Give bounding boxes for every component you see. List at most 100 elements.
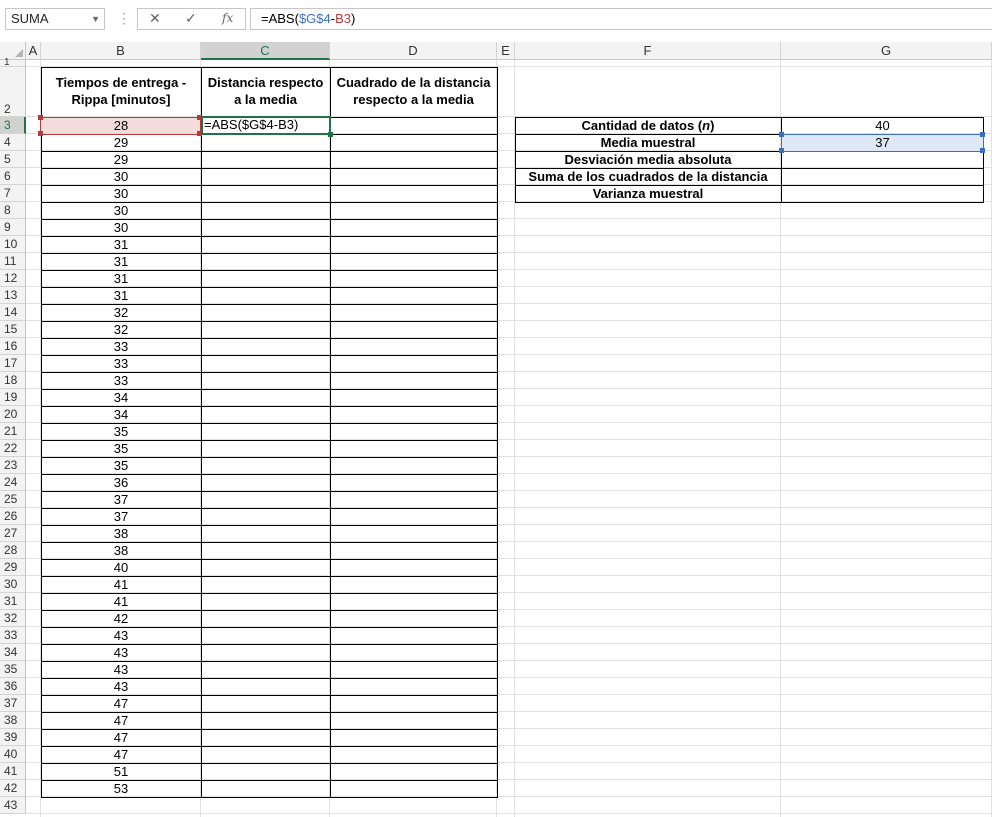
row-header-19[interactable]: 19 bbox=[0, 389, 26, 406]
insert-function-icon[interactable]: fx bbox=[222, 11, 233, 25]
table-cell-b11[interactable]: 31 bbox=[41, 254, 201, 270]
table-cell-b30[interactable]: 41 bbox=[41, 577, 201, 593]
row-header-18[interactable]: 18 bbox=[0, 372, 26, 389]
row-header-23[interactable]: 23 bbox=[0, 457, 26, 474]
row-header-41[interactable]: 41 bbox=[0, 763, 26, 780]
row-header-20[interactable]: 20 bbox=[0, 406, 26, 423]
table-cell-b41[interactable]: 51 bbox=[41, 764, 201, 780]
table-cell-b38[interactable]: 47 bbox=[41, 713, 201, 729]
row-header-15[interactable]: 15 bbox=[0, 321, 26, 338]
fill-handle[interactable] bbox=[328, 132, 333, 137]
table-cell-b5[interactable]: 29 bbox=[41, 152, 201, 168]
table-cell-b32[interactable]: 42 bbox=[41, 611, 201, 627]
table-cell-b26[interactable]: 37 bbox=[41, 509, 201, 525]
column-header-a[interactable]: A bbox=[26, 42, 41, 60]
row-header-26[interactable]: 26 bbox=[0, 508, 26, 525]
worksheet-grid[interactable]: ABCDEFG 1 2 3 4 5 6 7 8 9 10 11 12 13 14 15 16 17 18 19 20 2… bbox=[0, 42, 992, 817]
column-header-c[interactable]: C bbox=[201, 42, 330, 60]
row-header-21[interactable]: 21 bbox=[0, 423, 26, 440]
row-header-27[interactable]: 27 bbox=[0, 525, 26, 542]
row-header-32[interactable]: 32 bbox=[0, 610, 26, 627]
table-cell-b27[interactable]: 38 bbox=[41, 526, 201, 542]
row-header-6[interactable]: 6 bbox=[0, 168, 26, 185]
table-cell-b36[interactable]: 43 bbox=[41, 679, 201, 695]
table-cell-b10[interactable]: 31 bbox=[41, 237, 201, 253]
row-header-37[interactable]: 37 bbox=[0, 695, 26, 712]
row-header-35[interactable]: 35 bbox=[0, 661, 26, 678]
table-cell-b9[interactable]: 30 bbox=[41, 220, 201, 236]
summary-value[interactable] bbox=[781, 169, 984, 185]
table-cell-b3[interactable]: 28 bbox=[41, 118, 201, 134]
header-distancia[interactable]: Distancia respecto a la media bbox=[201, 74, 330, 114]
row-header-22[interactable]: 22 bbox=[0, 440, 26, 457]
table-cell-b39[interactable]: 47 bbox=[41, 730, 201, 746]
row-header-17[interactable]: 17 bbox=[0, 355, 26, 372]
row-header-1[interactable]: 1 bbox=[0, 58, 26, 68]
table-cell-b17[interactable]: 33 bbox=[41, 356, 201, 372]
row-header-12[interactable]: 12 bbox=[0, 270, 26, 287]
enter-icon[interactable]: ✓ bbox=[185, 10, 197, 27]
formula-input[interactable]: =ABS($G$4-B3) bbox=[250, 8, 992, 30]
row-header-42[interactable]: 42 bbox=[0, 780, 26, 797]
name-box[interactable]: SUMA ▼ bbox=[5, 8, 105, 30]
header-tiempos[interactable]: Tiempos de entrega - Rippa [minutos] bbox=[41, 74, 201, 114]
table-cell-b8[interactable]: 30 bbox=[41, 203, 201, 219]
row-header-39[interactable]: 39 bbox=[0, 729, 26, 746]
table-cell-b25[interactable]: 37 bbox=[41, 492, 201, 508]
table-cell-b33[interactable]: 43 bbox=[41, 628, 201, 644]
row-header-34[interactable]: 34 bbox=[0, 644, 26, 661]
table-cell-b35[interactable]: 43 bbox=[41, 662, 201, 678]
drag-handle-icon[interactable]: ⋮ bbox=[117, 10, 131, 27]
table-cell-b15[interactable]: 32 bbox=[41, 322, 201, 338]
row-header-4[interactable]: 4 bbox=[0, 134, 26, 151]
row-header-24[interactable]: 24 bbox=[0, 474, 26, 491]
table-cell-b18[interactable]: 33 bbox=[41, 373, 201, 389]
column-header-d[interactable]: D bbox=[330, 42, 497, 60]
table-cell-b6[interactable]: 30 bbox=[41, 169, 201, 185]
row-header-16[interactable]: 16 bbox=[0, 338, 26, 355]
table-cell-b31[interactable]: 41 bbox=[41, 594, 201, 610]
row-header-29[interactable]: 29 bbox=[0, 559, 26, 576]
table-cell-b28[interactable]: 38 bbox=[41, 543, 201, 559]
table-cell-b14[interactable]: 32 bbox=[41, 305, 201, 321]
table-cell-b37[interactable]: 47 bbox=[41, 696, 201, 712]
chevron-down-icon[interactable]: ▼ bbox=[91, 9, 100, 29]
row-header-25[interactable]: 25 bbox=[0, 491, 26, 508]
row-header-43[interactable]: 43 bbox=[0, 797, 26, 814]
row-header-10[interactable]: 10 bbox=[0, 236, 26, 253]
row-header-7[interactable]: 7 bbox=[0, 185, 26, 202]
table-cell-b23[interactable]: 35 bbox=[41, 458, 201, 474]
summary-value[interactable] bbox=[781, 152, 984, 168]
row-header-40[interactable]: 40 bbox=[0, 746, 26, 763]
row-header-2[interactable]: 2 bbox=[0, 67, 26, 117]
header-cuadrado[interactable]: Cuadrado de la distancia respecto a la me… bbox=[330, 74, 497, 114]
row-header-30[interactable]: 30 bbox=[0, 576, 26, 593]
row-header-36[interactable]: 36 bbox=[0, 678, 26, 695]
row-header-33[interactable]: 33 bbox=[0, 627, 26, 644]
row-header-3[interactable]: 3 bbox=[0, 117, 26, 134]
table-cell-b20[interactable]: 34 bbox=[41, 407, 201, 423]
table-cell-b34[interactable]: 43 bbox=[41, 645, 201, 661]
cancel-icon[interactable]: ✕ bbox=[149, 10, 161, 27]
table-cell-b21[interactable]: 35 bbox=[41, 424, 201, 440]
table-cell-b12[interactable]: 31 bbox=[41, 271, 201, 287]
column-header-e[interactable]: E bbox=[497, 42, 515, 60]
table-cell-b29[interactable]: 40 bbox=[41, 560, 201, 576]
summary-value[interactable] bbox=[781, 186, 984, 202]
table-cell-b24[interactable]: 36 bbox=[41, 475, 201, 491]
table-cell-b16[interactable]: 33 bbox=[41, 339, 201, 355]
row-header-38[interactable]: 38 bbox=[0, 712, 26, 729]
table-cell-b13[interactable]: 31 bbox=[41, 288, 201, 304]
table-cell-b40[interactable]: 47 bbox=[41, 747, 201, 763]
table-cell-b7[interactable]: 30 bbox=[41, 186, 201, 202]
column-header-g[interactable]: G bbox=[781, 42, 992, 60]
table-cell-b4[interactable]: 29 bbox=[41, 135, 201, 151]
row-header-14[interactable]: 14 bbox=[0, 304, 26, 321]
row-header-28[interactable]: 28 bbox=[0, 542, 26, 559]
table-cell-b19[interactable]: 34 bbox=[41, 390, 201, 406]
table-cell-b22[interactable]: 35 bbox=[41, 441, 201, 457]
column-header-f[interactable]: F bbox=[515, 42, 781, 60]
row-header-11[interactable]: 11 bbox=[0, 253, 26, 270]
editing-cell-c3[interactable]: =ABS($G$4-B3) bbox=[201, 116, 331, 135]
row-header-31[interactable]: 31 bbox=[0, 593, 26, 610]
